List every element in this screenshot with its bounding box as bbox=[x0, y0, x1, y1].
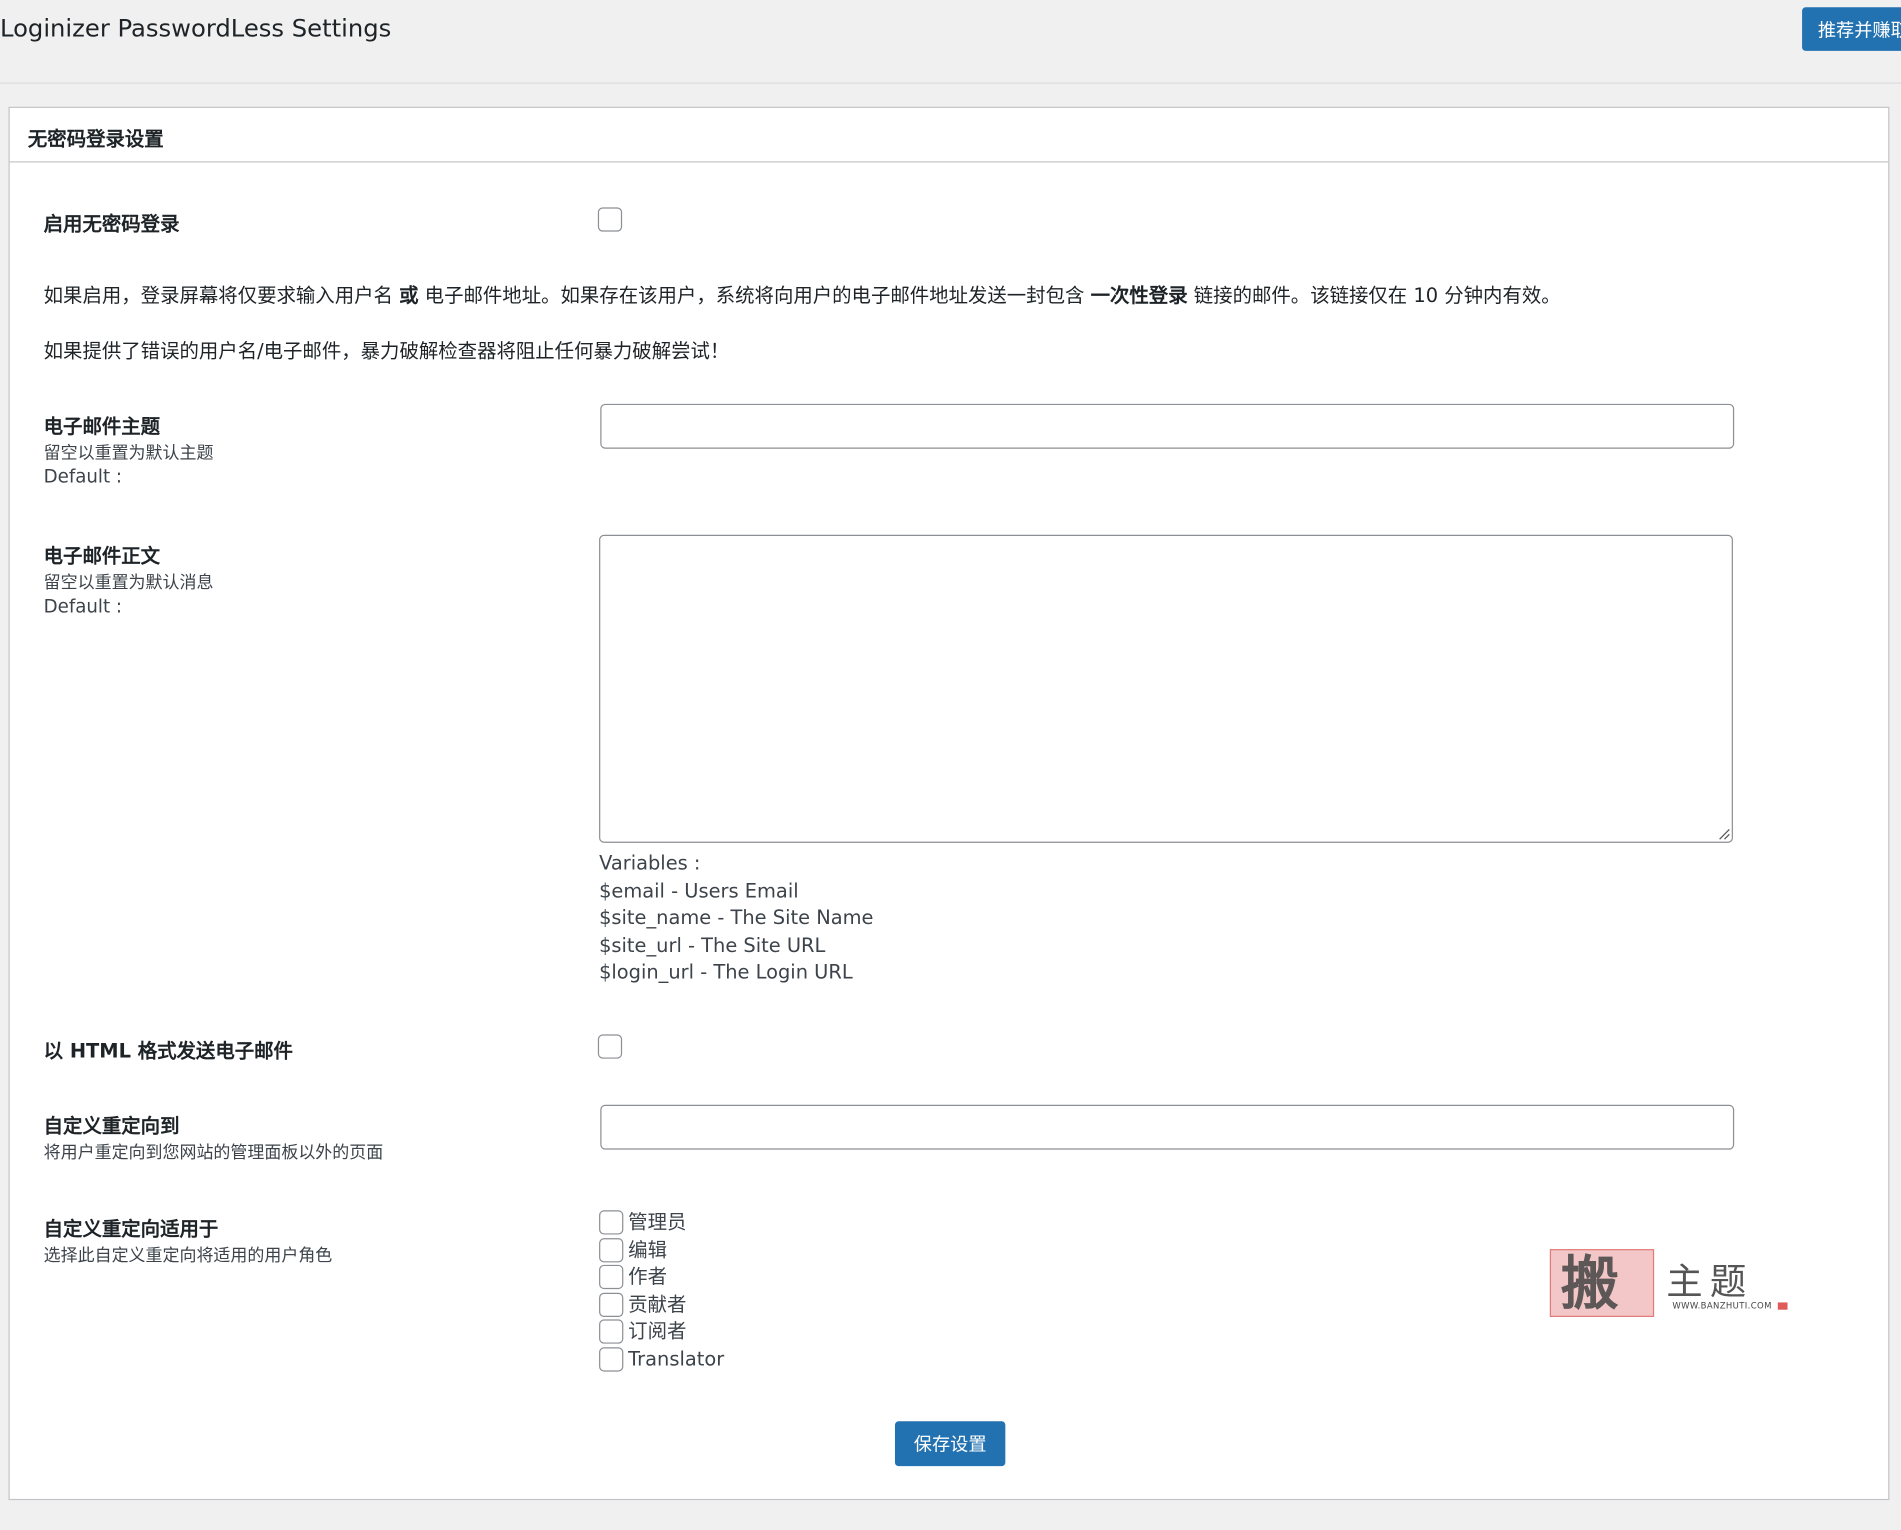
html-email-checkbox[interactable] bbox=[597, 1034, 623, 1059]
role-label: 贡献者 bbox=[628, 1292, 687, 1316]
email-body-textarea[interactable] bbox=[599, 534, 1733, 843]
role-checkbox[interactable] bbox=[599, 1346, 624, 1371]
watermark-mark bbox=[1777, 1302, 1788, 1310]
header-divider bbox=[0, 82, 1901, 84]
description-emphasis-or: 或 bbox=[399, 283, 419, 307]
resize-handle-icon[interactable] bbox=[1716, 826, 1731, 841]
panel-title: 无密码登录设置 bbox=[27, 127, 164, 151]
panel-header: 无密码登录设置 bbox=[9, 108, 1889, 163]
variable-item: $site_name - The Site Name bbox=[599, 905, 874, 929]
email-body-hint: 留空以重置为默认消息 bbox=[43, 573, 214, 594]
description-text: 链接的邮件。该链接仅在 10 分钟内有效。 bbox=[1187, 283, 1561, 307]
app-frame: Loginizer PasswordLess Settings 推荐并赚取 无密… bbox=[0, 0, 1901, 1530]
watermark-text: 主题 bbox=[1666, 1261, 1754, 1304]
role-label: 作者 bbox=[628, 1264, 668, 1288]
custom-redirect-hint: 将用户重定向到您网站的管理面板以外的页面 bbox=[43, 1143, 384, 1163]
html-email-label: 以 HTML 格式发送电子邮件 bbox=[43, 1039, 293, 1063]
description-text: 如果启用，登录屏幕将仅要求输入用户名 bbox=[43, 283, 400, 307]
description-emphasis-one-time-login: 一次性登录 bbox=[1090, 283, 1188, 307]
role-label: 管理员 bbox=[628, 1210, 687, 1234]
custom-redirect-label: 自定义重定向到 bbox=[43, 1114, 180, 1138]
role-checkbox[interactable] bbox=[599, 1264, 624, 1290]
redirect-roles-label: 自定义重定向适用于 bbox=[43, 1217, 219, 1241]
watermark-seal-glyph: 搬 bbox=[1560, 1250, 1619, 1317]
variable-item: $email - Users Email bbox=[599, 878, 799, 902]
enable-passwordless-label: 启用无密码登录 bbox=[43, 212, 180, 236]
email-subject-default: Default : bbox=[43, 465, 123, 488]
role-checkbox[interactable] bbox=[599, 1292, 624, 1317]
email-variables: Variables : $email - Users Email $site_n… bbox=[599, 850, 873, 986]
email-body-default: Default : bbox=[43, 595, 123, 618]
watermark-seal: 搬 bbox=[1549, 1249, 1655, 1317]
page-title: Loginizer PasswordLess Settings bbox=[0, 13, 392, 43]
email-subject-input[interactable] bbox=[600, 403, 1735, 449]
variable-item: $site_url - The Site URL bbox=[599, 933, 826, 957]
role-checkbox[interactable] bbox=[599, 1210, 624, 1235]
role-label: 订阅者 bbox=[628, 1319, 687, 1343]
variables-title: Variables : bbox=[599, 851, 701, 875]
watermark-url: WWW.BANZHUTI.COM bbox=[1672, 1301, 1772, 1311]
description-line-2: 如果提供了错误的用户名/电子邮件，暴力破解检查器将阻止任何暴力破解尝试！ bbox=[43, 339, 730, 363]
email-body-label: 电子邮件正文 bbox=[43, 544, 161, 568]
watermark-logo: 搬 主题 WWW.BANZHUTI.COM bbox=[1549, 1249, 1793, 1319]
custom-redirect-input[interactable] bbox=[600, 1104, 1735, 1150]
role-label: 编辑 bbox=[628, 1237, 668, 1261]
description-text: 电子邮件地址。如果存在该用户，系统将向用户的电子邮件地址发送一封包含 bbox=[418, 283, 1091, 307]
save-settings-button[interactable]: 保存设置 bbox=[894, 1421, 1006, 1467]
email-subject-label: 电子邮件主题 bbox=[43, 414, 161, 438]
role-label: Translator bbox=[628, 1346, 725, 1370]
refer-and-earn-button[interactable]: 推荐并赚取 bbox=[1802, 7, 1901, 51]
role-checkbox[interactable] bbox=[599, 1319, 624, 1344]
variable-item: $login_url - The Login URL bbox=[599, 960, 853, 984]
redirect-roles-hint: 选择此自定义重定向将适用的用户角色 bbox=[43, 1246, 333, 1267]
description-line-1: 如果启用，登录屏幕将仅要求输入用户名 或 电子邮件地址。如果存在该用户，系统将向… bbox=[44, 279, 1561, 308]
role-checkbox[interactable] bbox=[599, 1237, 624, 1262]
email-subject-hint: 留空以重置为默认主题 bbox=[43, 443, 214, 464]
enable-passwordless-checkbox[interactable] bbox=[597, 207, 623, 232]
